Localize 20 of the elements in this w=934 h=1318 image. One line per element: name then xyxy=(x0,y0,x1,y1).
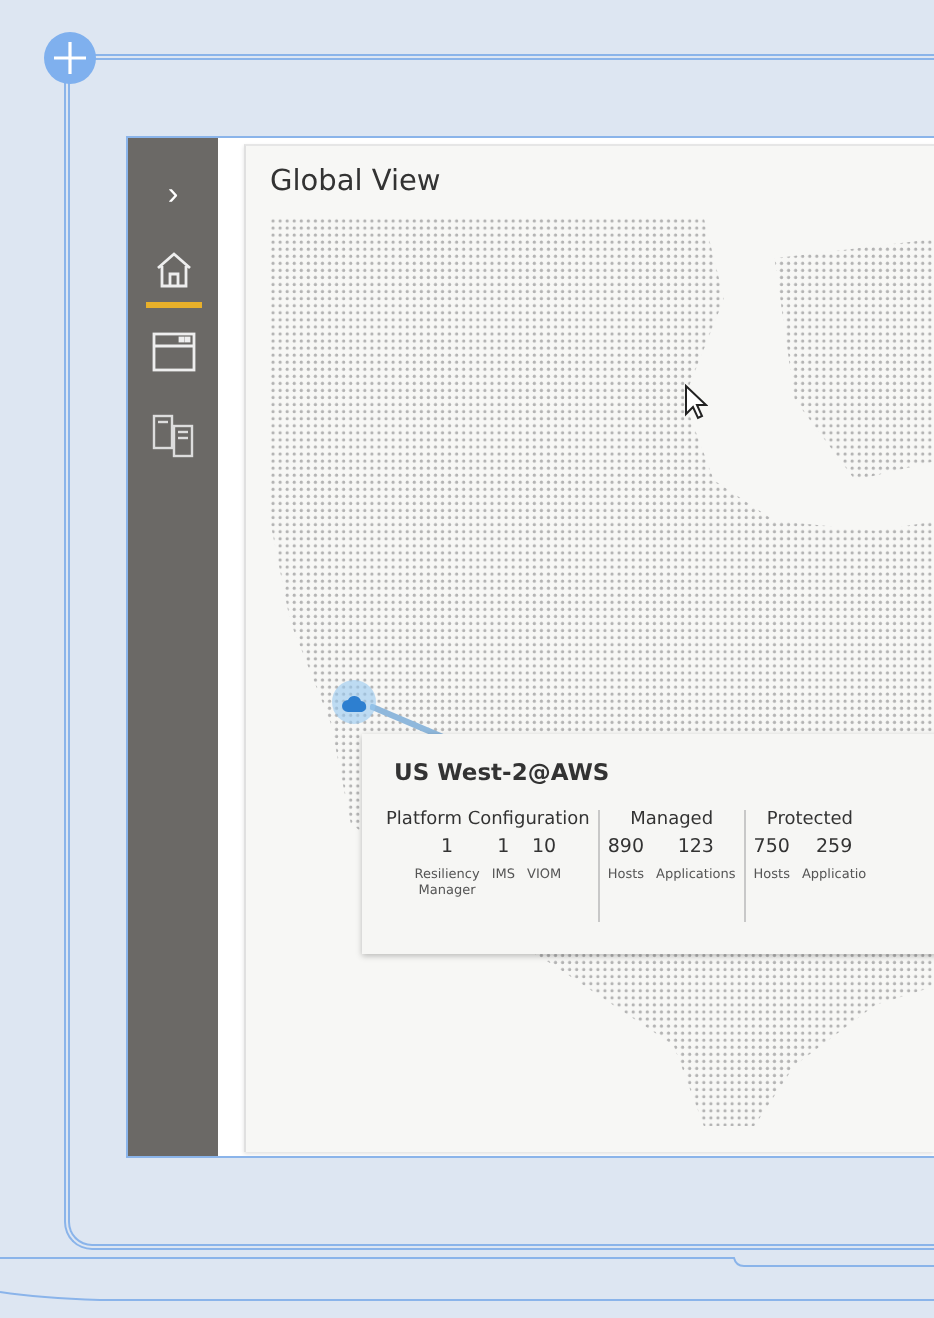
cloud-icon xyxy=(341,693,367,711)
page-title: Global View xyxy=(270,166,443,198)
stat-value: 10 xyxy=(532,836,557,858)
cloud-marker[interactable] xyxy=(332,680,376,724)
stat-value: 750 xyxy=(753,836,790,858)
popup-title: US West-2@AWS xyxy=(394,758,612,786)
add-icon[interactable] xyxy=(42,30,98,86)
window-icon xyxy=(151,332,195,372)
stat-value: 1 xyxy=(497,836,510,858)
section-heading: Managed xyxy=(630,810,714,830)
expand-button[interactable]: › xyxy=(167,178,179,214)
home-icon xyxy=(153,250,193,290)
stat-value: 123 xyxy=(677,836,714,858)
section-heading: Platform Configuration xyxy=(386,810,590,830)
stat-value: 259 xyxy=(815,836,853,858)
stat-value: 890 xyxy=(607,836,645,858)
section-heading: Protected xyxy=(766,810,853,830)
servers-icon xyxy=(151,414,195,458)
cursor-icon xyxy=(684,384,708,420)
stat-value: 1 xyxy=(441,836,454,858)
